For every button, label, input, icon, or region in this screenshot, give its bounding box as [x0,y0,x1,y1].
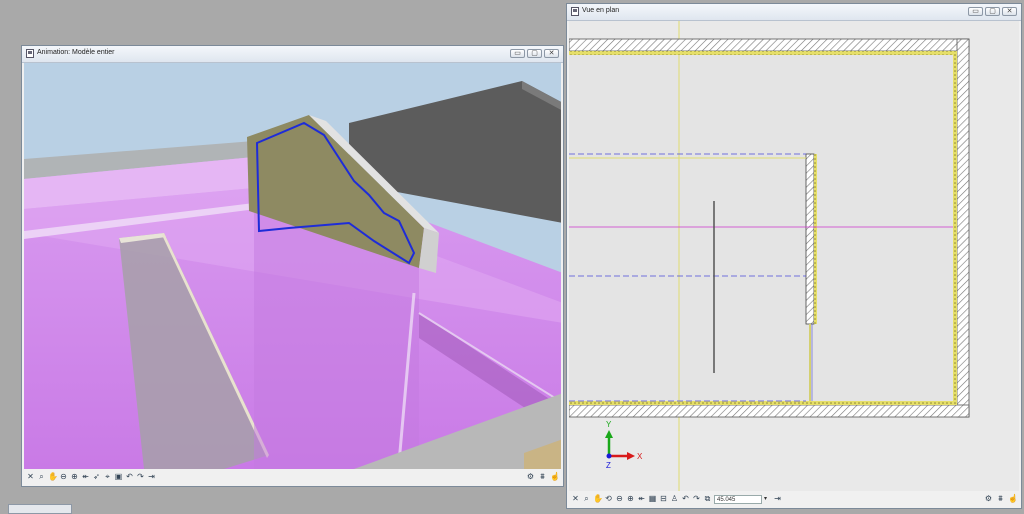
minimize-button[interactable]: ▭ [968,7,983,16]
zoom-icon[interactable]: ⌕ [37,472,46,482]
axis-y-label: Y [606,420,612,429]
partition-wall[interactable] [805,153,815,325]
animation-window: Animation: Modèle entier ▭ ▢ ✕ ✕ ⌕ ✋ ⊖ ⊕… [21,45,564,487]
view-icon[interactable]: ▣ [114,472,123,482]
undo-icon[interactable]: ↶ [681,494,690,504]
move-icon[interactable]: ✕ [571,494,580,504]
view-icon[interactable]: ⊟ [659,494,668,504]
animation-toolbar: ✕ ⌕ ✋ ⊖ ⊕ ↞ ➶ ⌖ ▣ ↶ ↷ ⇥ ⚙ ⩩ ☝ [24,470,561,484]
hand-icon[interactable]: ☝ [1008,494,1018,504]
plan-window: Vue en plan ▭ ▢ ✕ Y X Z ✕ ⌕ ✋ ⟲ ⊖ ⊕ ↞ ▦ … [566,3,1022,509]
minimize-button[interactable]: ▭ [510,49,525,58]
rotate-icon[interactable]: ⟲ [604,494,613,504]
scale-icon[interactable]: ⩩ [996,494,1005,504]
camera-icon[interactable]: ⌖ [103,472,112,482]
zoom-out-icon[interactable]: ⊖ [615,494,624,504]
zoom-out-icon[interactable]: ⊖ [59,472,68,482]
walk-icon[interactable]: ↞ [637,494,646,504]
insulation-right [953,51,957,405]
walk-icon[interactable]: ↞ [81,472,90,482]
plan-titlebar[interactable]: Vue en plan ▭ ▢ ✕ [567,4,1021,21]
zoom-dropdown-arrow[interactable]: ▾ [764,494,771,504]
insulation-bottom [569,401,957,405]
pin-icon[interactable]: ⇥ [147,472,156,482]
pan-icon[interactable]: ✋ [593,494,603,504]
animation-titlebar[interactable]: Animation: Modèle entier ▭ ▢ ✕ [22,46,563,63]
pin-icon[interactable]: ⇥ [773,494,782,504]
top-wall [569,38,970,52]
redo-icon[interactable]: ↷ [136,472,145,482]
3d-scene[interactable] [24,63,561,469]
person-icon[interactable]: ♙ [670,494,679,504]
zoom-field[interactable]: 45.045 [714,494,762,504]
fly-icon[interactable]: ➶ [92,472,101,482]
close-button[interactable]: ✕ [1002,7,1017,16]
grid-icon[interactable]: ▦ [648,494,657,504]
plan-window-title: Vue en plan [582,7,620,14]
settings-icon[interactable]: ⚙ [984,494,993,504]
move-icon[interactable]: ✕ [26,472,35,482]
pan-icon[interactable]: ✋ [48,472,58,482]
zoom-in-icon[interactable]: ⊕ [626,494,635,504]
insulation-top [569,51,957,55]
close-button[interactable]: ✕ [544,49,559,58]
scale-icon[interactable]: ⩩ [538,472,547,482]
axis-x-label: X [637,452,643,461]
undo-icon[interactable]: ↶ [125,472,134,482]
3d-viewport[interactable] [24,63,561,469]
window-app-icon [26,49,34,58]
window-app-icon [571,7,579,16]
plan-drawing[interactable]: Y X Z [569,21,1019,491]
right-wall [956,38,970,418]
animation-window-title: Animation: Modèle entier [37,49,115,56]
maximize-button[interactable]: ▢ [985,7,1000,16]
plan-viewport[interactable]: Y X Z [569,21,1019,491]
zoom-icon[interactable]: ⌕ [582,494,591,504]
maximize-button[interactable]: ▢ [527,49,542,58]
redo-icon[interactable]: ↷ [692,494,701,504]
hand-icon[interactable]: ☝ [550,472,560,482]
minimized-window[interactable] [8,504,72,514]
layers-icon[interactable]: ⧉ [703,494,712,504]
zoom-in-icon[interactable]: ⊕ [70,472,79,482]
bottom-wall [569,404,970,418]
settings-icon[interactable]: ⚙ [526,472,535,482]
axis-z-label: Z [606,461,611,470]
plan-toolbar: ✕ ⌕ ✋ ⟲ ⊖ ⊕ ↞ ▦ ⊟ ♙ ↶ ↷ ⧉ 45.045 ▾ ⇥ ⚙ ⩩… [569,492,1019,506]
